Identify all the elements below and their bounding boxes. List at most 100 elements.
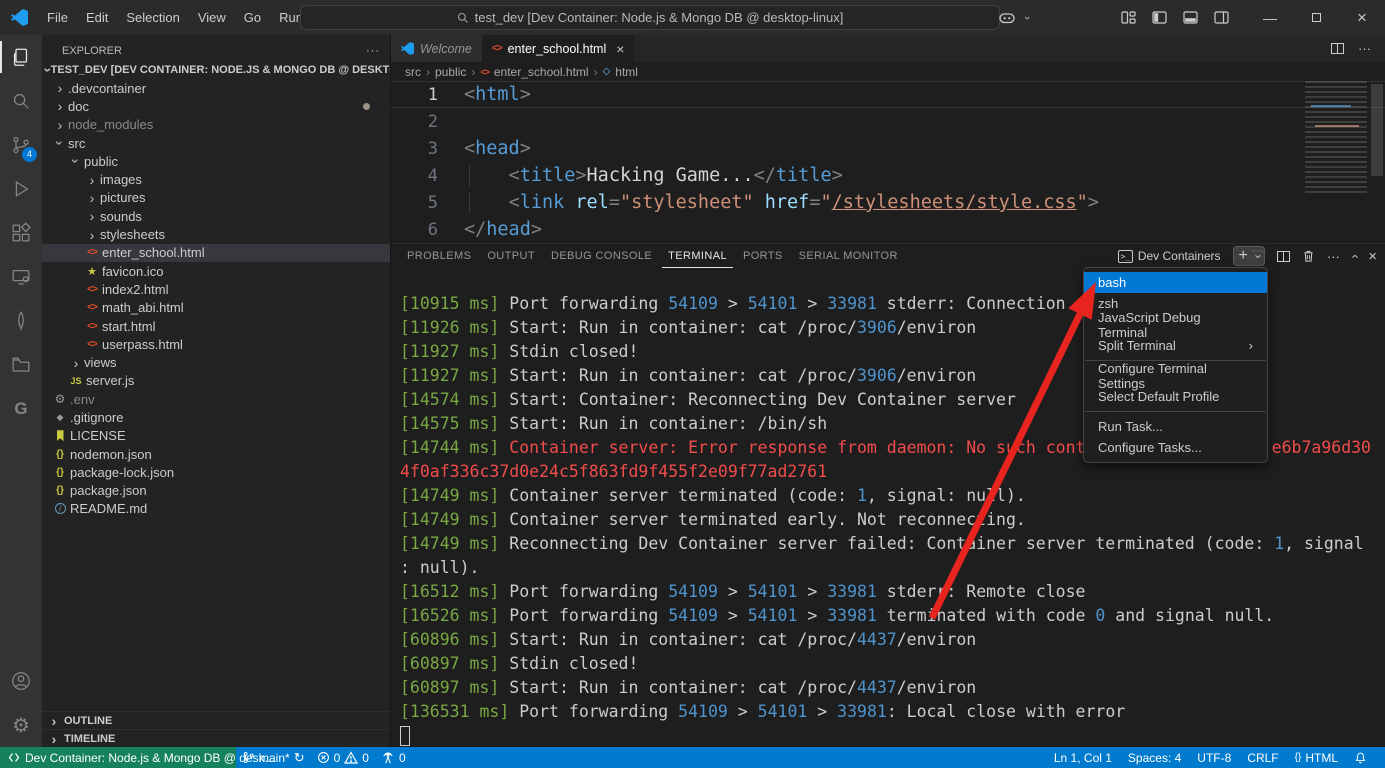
tree-item-.env[interactable]: ⚙.env	[42, 390, 390, 408]
menu-item-javascript-debug-terminal[interactable]: JavaScript Debug Terminal	[1084, 314, 1267, 335]
tree-item-enter_school.html[interactable]: <>enter_school.html	[42, 244, 390, 262]
html-file-icon: <>	[84, 247, 100, 258]
tree-item-images[interactable]: ›images	[42, 170, 390, 188]
indentation-status[interactable]: Spaces: 4	[1120, 747, 1189, 768]
new-terminal-split-button[interactable]: + ›	[1233, 246, 1265, 266]
command-center-search[interactable]: test_dev [Dev Container: Node.js & Mongo…	[300, 5, 1000, 30]
toggle-panel-icon[interactable]	[1183, 11, 1198, 24]
panel-tab-ports[interactable]: PORTS	[737, 244, 789, 268]
accounts-icon[interactable]	[0, 659, 42, 703]
chevron-right-icon: ›	[46, 732, 62, 746]
explorer-view-icon[interactable]	[0, 35, 42, 79]
panel-tab-problems[interactable]: PROBLEMS	[401, 244, 477, 268]
menu-item-go[interactable]: Go	[235, 0, 270, 35]
workspace-root-row[interactable]: › TEST_DEV [DEV CONTAINER: NODE.JS & MON…	[42, 60, 390, 79]
customize-layout-icon[interactable]	[1121, 11, 1136, 24]
menu-item-view[interactable]: View	[189, 0, 235, 35]
panel-tab-output[interactable]: OUTPUT	[481, 244, 541, 268]
breadcrumb[interactable]: src›public›<>enter_school.html›◇html	[391, 62, 1385, 81]
kill-terminal-icon[interactable]	[1302, 249, 1315, 263]
tree-item-favicon.ico[interactable]: ★favicon.ico	[42, 262, 390, 280]
terminal-profile-dropdown-icon[interactable]: ›	[1251, 251, 1265, 262]
mongodb-view-icon[interactable]	[0, 299, 42, 343]
tree-item-sounds[interactable]: ›sounds	[42, 207, 390, 225]
tree-item-LICENSE[interactable]: LICENSE	[42, 427, 390, 445]
tree-item-label: .devcontainer	[68, 81, 146, 96]
settings-gear-icon[interactable]: ⚙	[0, 703, 42, 747]
toggle-secondary-sidebar-icon[interactable]	[1214, 11, 1229, 24]
encoding-status[interactable]: UTF-8	[1189, 747, 1239, 768]
breadcrumb-item[interactable]: public	[435, 65, 466, 79]
menu-item-bash[interactable]: bash	[1084, 272, 1267, 293]
tree-item-userpass.html[interactable]: <>userpass.html	[42, 335, 390, 353]
tree-item-.gitignore[interactable]: ◆.gitignore	[42, 408, 390, 426]
remote-indicator[interactable]: Dev Container: Node.js & Mongo DB @ desk…	[0, 747, 236, 768]
tree-item-doc[interactable]: ›doc	[42, 97, 390, 115]
tree-item-package-lock.json[interactable]: {}package-lock.json	[42, 463, 390, 481]
tree-item-node_modules[interactable]: ›node_modules	[42, 116, 390, 134]
maximize-button[interactable]	[1293, 0, 1339, 35]
tree-item-views[interactable]: ›views	[42, 353, 390, 371]
code-editor[interactable]: 1<html>23<head>4 <title>Hacking Game...<…	[391, 81, 1385, 243]
breadcrumb-item[interactable]: src	[405, 65, 421, 79]
split-editor-icon[interactable]	[1331, 43, 1344, 54]
breadcrumb-item[interactable]: html	[615, 65, 638, 79]
menu-item-configure-tasks-[interactable]: Configure Tasks...	[1084, 437, 1267, 458]
tree-item-package.json[interactable]: {}package.json	[42, 482, 390, 500]
tree-item-start.html[interactable]: <>start.html	[42, 317, 390, 335]
tree-item-pictures[interactable]: ›pictures	[42, 189, 390, 207]
close-tab-icon[interactable]: ×	[616, 41, 624, 57]
panel-tab-serial-monitor[interactable]: SERIAL MONITOR	[793, 244, 904, 268]
menu-item-selection[interactable]: Selection	[117, 0, 188, 35]
menu-item-run-task-[interactable]: Run Task...	[1084, 416, 1267, 437]
tree-item-server.js[interactable]: JSserver.js	[42, 372, 390, 390]
split-terminal-icon[interactable]	[1277, 251, 1290, 262]
minimize-button[interactable]: —	[1247, 0, 1293, 35]
extensions-view-icon[interactable]	[0, 211, 42, 255]
branch-status[interactable]: main* ↻	[236, 747, 311, 768]
menu-item-configure-terminal-settings[interactable]: Configure Terminal Settings	[1084, 365, 1267, 386]
run-debug-view-icon[interactable]	[0, 167, 42, 211]
tree-item-math_abi.html[interactable]: <>math_abi.html	[42, 299, 390, 317]
tree-item-index2.html[interactable]: <>index2.html	[42, 280, 390, 298]
menu-item-edit[interactable]: Edit	[77, 0, 117, 35]
toggle-sidebar-icon[interactable]	[1152, 11, 1167, 24]
tab-enter-school-html[interactable]: <>enter_school.html×	[482, 35, 635, 62]
problems-status[interactable]: 0 0	[311, 747, 375, 768]
copilot-menu[interactable]: ›	[998, 11, 1035, 25]
explorer-more-actions-icon[interactable]: ···	[366, 45, 380, 57]
source-control-view-icon[interactable]: 4	[0, 123, 42, 167]
tree-item-README.md[interactable]: iREADME.md	[42, 500, 390, 518]
section-outline[interactable]: ›OUTLINE	[42, 711, 390, 729]
minimap[interactable]	[1305, 81, 1367, 193]
tree-item-src[interactable]: ›src	[42, 134, 390, 152]
editor-scrollbar[interactable]	[1371, 84, 1383, 176]
tree-item-public[interactable]: ›public	[42, 152, 390, 170]
tree-item-stylesheets[interactable]: ›stylesheets	[42, 225, 390, 243]
maximize-panel-icon[interactable]: ›	[1347, 254, 1362, 258]
tab-welcome[interactable]: Welcome	[391, 35, 482, 62]
remote-explorer-view-icon[interactable]	[0, 255, 42, 299]
close-button[interactable]: ×	[1339, 0, 1385, 35]
new-terminal-icon[interactable]: +	[1234, 247, 1253, 265]
search-view-icon[interactable]	[0, 79, 42, 123]
breadcrumb-item[interactable]: enter_school.html	[494, 65, 589, 79]
braces-file-icon: {}	[52, 449, 68, 460]
terminal-profile[interactable]: >_ Dev Containers	[1118, 249, 1221, 263]
close-panel-icon[interactable]: ×	[1368, 248, 1377, 265]
menu-item-file[interactable]: File	[38, 0, 77, 35]
panel-tab-debug-console[interactable]: DEBUG CONSOLE	[545, 244, 658, 268]
panel-tab-terminal[interactable]: TERMINAL	[662, 244, 733, 268]
editor-more-actions-icon[interactable]: ···	[1358, 41, 1371, 56]
gitlens-view-icon[interactable]: G	[0, 387, 42, 431]
tree-item-nodemon.json[interactable]: {}nodemon.json	[42, 445, 390, 463]
notifications-bell-icon[interactable]	[1346, 747, 1375, 768]
eol-status[interactable]: CRLF	[1239, 747, 1286, 768]
tree-item-.devcontainer[interactable]: ›.devcontainer	[42, 79, 390, 97]
cursor-position[interactable]: Ln 1, Col 1	[1046, 747, 1120, 768]
panel-more-actions-icon[interactable]: ···	[1327, 249, 1340, 264]
ports-status[interactable]: 0	[375, 747, 412, 768]
section-timeline[interactable]: ›TIMELINE	[42, 729, 390, 747]
containers-view-icon[interactable]	[0, 343, 42, 387]
language-mode[interactable]: {} HTML	[1287, 747, 1346, 768]
